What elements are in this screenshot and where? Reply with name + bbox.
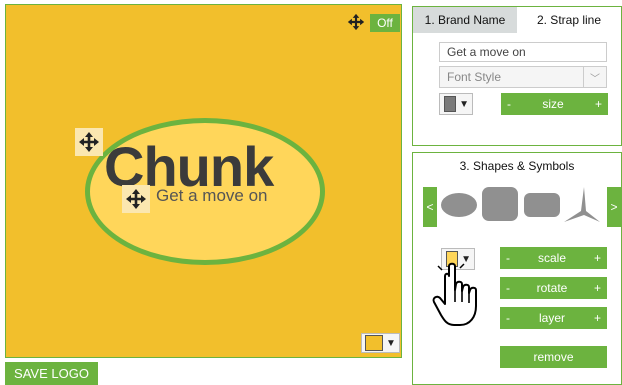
rotate-control: - rotate + bbox=[500, 277, 607, 299]
chevron-down-icon: ﹀ bbox=[583, 67, 606, 87]
save-logo-button[interactable]: SAVE LOGO bbox=[5, 362, 98, 385]
tab-brand-name[interactable]: 1. Brand Name bbox=[413, 7, 517, 33]
triangle-down-icon: ▼ bbox=[386, 337, 396, 349]
layer-increase-button[interactable]: + bbox=[594, 311, 601, 325]
text-color-picker[interactable]: ▼ bbox=[439, 93, 473, 115]
shape-rounded-rectangle[interactable] bbox=[524, 193, 560, 217]
hand-pointer-icon bbox=[432, 262, 477, 326]
move-arrows-icon bbox=[79, 132, 99, 152]
layer-label: layer bbox=[538, 311, 565, 325]
text-panel: 1. Brand Name 2. Strap line Get a move o… bbox=[412, 6, 622, 146]
toggle-button[interactable]: Off bbox=[370, 14, 400, 32]
shapes-title: 3. Shapes & Symbols bbox=[459, 159, 575, 173]
rotate-label: rotate bbox=[536, 281, 568, 295]
move-arrows-icon bbox=[126, 189, 146, 209]
scale-control: - scale + bbox=[500, 247, 607, 269]
logo-canvas[interactable]: Chunk Get a move on Off ▼ bbox=[5, 4, 402, 358]
shape-ellipse[interactable] bbox=[441, 193, 477, 217]
shape-rounded-square[interactable] bbox=[482, 187, 518, 221]
shapes-next-button[interactable]: > bbox=[607, 187, 621, 227]
font-style-select[interactable]: Font Style ﹀ bbox=[439, 66, 607, 88]
shapes-prev-button[interactable]: < bbox=[423, 187, 437, 227]
rotate-increase-button[interactable]: + bbox=[594, 281, 601, 295]
size-control: - size + bbox=[501, 93, 608, 115]
background-color-picker[interactable]: ▼ bbox=[361, 333, 400, 353]
tab-strap-line[interactable]: 2. Strap line bbox=[517, 7, 621, 33]
move-canvas-handle[interactable] bbox=[346, 12, 366, 32]
strap-line-input[interactable]: Get a move on bbox=[439, 42, 607, 62]
color-swatch bbox=[365, 335, 383, 351]
triangle-down-icon: ▼ bbox=[459, 98, 469, 110]
strap-line-text[interactable]: Get a move on bbox=[156, 186, 268, 206]
remove-button[interactable]: remove bbox=[500, 346, 607, 368]
move-arrows-icon bbox=[347, 13, 365, 31]
move-strap-handle[interactable] bbox=[122, 185, 150, 213]
font-style-label: Font Style bbox=[447, 70, 502, 84]
size-increase-button[interactable]: + bbox=[595, 97, 602, 111]
scale-label: scale bbox=[537, 251, 566, 265]
shape-three-point-star[interactable] bbox=[563, 185, 601, 225]
color-swatch bbox=[444, 96, 457, 112]
size-label: size bbox=[542, 97, 564, 111]
move-brand-handle[interactable] bbox=[75, 128, 103, 156]
layer-control: - layer + bbox=[500, 307, 607, 329]
scale-increase-button[interactable]: + bbox=[594, 251, 601, 265]
